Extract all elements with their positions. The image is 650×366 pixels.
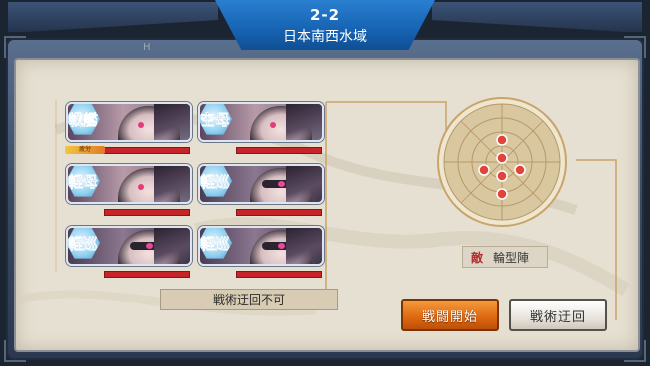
map-code: 2-2 [309, 6, 341, 24]
enemy-ship-marker [496, 134, 508, 146]
hp-bar [236, 271, 322, 278]
enemy-label: 敵 [471, 250, 484, 265]
ship-type-badge: 戦艦 [68, 104, 100, 135]
eye [270, 122, 276, 128]
ship-card-3[interactable]: 軽母 [66, 164, 192, 204]
hp-bar [236, 147, 322, 154]
tactical-retreat-button[interactable]: 戦術迂回 [509, 299, 607, 331]
start-battle-button[interactable]: 戦闘開始 [401, 299, 499, 331]
enemy-formation-label: 敵 輪型陣 [462, 246, 548, 268]
ship-hair [286, 166, 322, 202]
enemy-ship-marker [514, 164, 526, 176]
ship-card-5[interactable]: 軽巡 [66, 226, 192, 266]
hp-bar [104, 209, 190, 216]
ship-hair [154, 104, 190, 140]
eye [138, 184, 144, 190]
ship-hair [286, 104, 322, 140]
enemy-ship-marker [496, 152, 508, 164]
frame-corner [624, 340, 646, 362]
frame-corner [624, 36, 646, 58]
enemy-ship-marker [478, 164, 490, 176]
hp-bar [104, 147, 190, 154]
fatigue-indicator: 疲労 [65, 146, 105, 154]
ship-card-4[interactable]: 軽巡 [198, 164, 324, 204]
map-marker: H [143, 42, 151, 53]
hp-bar [104, 271, 190, 278]
ship-type-badge: 軽母 [68, 166, 100, 197]
ship-card-2[interactable]: 空母 [198, 102, 324, 142]
enemy-ship-marker [496, 188, 508, 200]
ship-card-6[interactable]: 軽巡 [198, 226, 324, 266]
ship-type-badge: 軽巡 [200, 228, 232, 259]
formation-radar [437, 97, 567, 227]
ship-hair [154, 228, 190, 264]
frame-corner [4, 340, 26, 362]
formation-name: 輪型陣 [493, 250, 530, 265]
ship-card-1[interactable]: 戦艦 [66, 102, 192, 142]
ship-type-badge: 軽巡 [200, 166, 232, 197]
ship-hair [154, 166, 190, 202]
frame-corner [4, 36, 26, 58]
map-name: 日本南西水域 [283, 29, 367, 45]
enemy-ship-marker [496, 170, 508, 182]
retreat-notice: 戦術迂回不可 [160, 289, 338, 310]
hp-bar [236, 209, 322, 216]
ship-type-badge: 軽巡 [68, 228, 100, 259]
ship-type-badge: 空母 [200, 104, 232, 135]
eye [138, 122, 144, 128]
ship-hair [286, 228, 322, 264]
